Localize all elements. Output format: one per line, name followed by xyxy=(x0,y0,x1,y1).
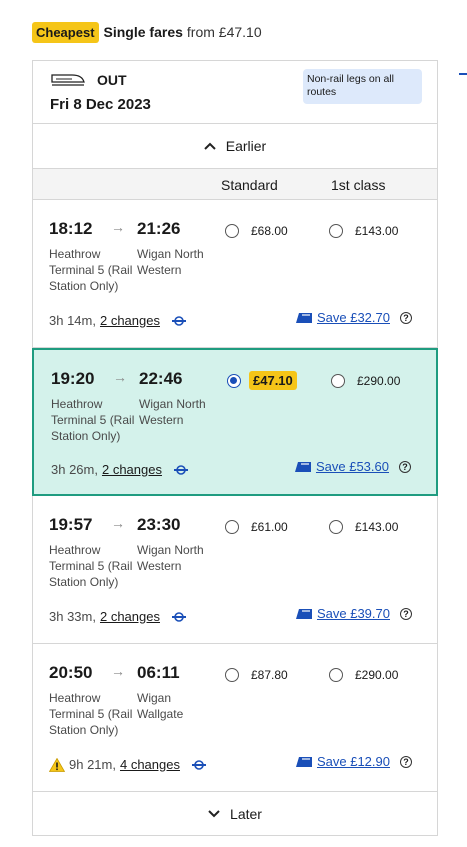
departure-station: Heathrow Terminal 5 (Rail Station Only) xyxy=(49,691,133,737)
first-class-price: £290.00 xyxy=(357,374,401,388)
help-icon[interactable]: ? xyxy=(400,607,412,620)
standard-price: £87.80 xyxy=(251,668,288,682)
railcard-icon xyxy=(295,608,312,619)
column-headers: Standard 1st class xyxy=(33,169,437,200)
arrival-station: Wigan North Western xyxy=(139,397,206,427)
save-link[interactable]: Save £32.70 xyxy=(317,310,390,325)
underground-icon xyxy=(173,464,188,475)
standard-fare-radio[interactable] xyxy=(225,224,239,238)
save-offer: Save £53.60 ? xyxy=(294,459,411,474)
departure-time: 20:50 xyxy=(49,663,93,682)
fare-summary: Cheapest Single fares from £47.10 xyxy=(32,20,262,44)
railcard-icon xyxy=(294,461,311,472)
duration-info: 3h 26m, 2 changes xyxy=(51,462,188,477)
arrival-station: Wigan Wallgate xyxy=(137,691,184,721)
standard-price: £61.00 xyxy=(251,520,288,534)
standard-fare-radio[interactable] xyxy=(225,520,239,534)
departure-station: Heathrow Terminal 5 (Rail Station Only) xyxy=(49,247,133,293)
arrival-time: 22:46 xyxy=(139,369,183,388)
journey-results-card: OUT Fri 8 Dec 2023 Non-rail legs on all … xyxy=(32,60,438,836)
arrow-icon: → xyxy=(111,663,125,679)
arrival-time: 06:11 xyxy=(137,663,180,682)
arrow-icon: → xyxy=(111,219,125,235)
arrival-time: 23:30 xyxy=(137,515,181,534)
changes-link[interactable]: 2 changes xyxy=(100,609,160,624)
journey-row[interactable]: 19:57 → 23:30 Heathrow Terminal 5 (Rail … xyxy=(33,496,437,644)
save-offer: Save £32.70 ? xyxy=(295,310,412,325)
later-label: Later xyxy=(230,805,262,822)
out-header: OUT Fri 8 Dec 2023 Non-rail legs on all … xyxy=(33,61,437,124)
changes-link[interactable]: 2 changes xyxy=(102,462,162,477)
journey-row[interactable]: 20:50 → 06:11 Heathrow Terminal 5 (Rail … xyxy=(33,644,437,792)
departure-time: 18:12 xyxy=(49,219,93,238)
changes-link[interactable]: 2 changes xyxy=(100,313,160,328)
cheapest-badge: Cheapest xyxy=(32,21,99,43)
arrival-station: Wigan North Western xyxy=(137,543,204,573)
duration: 9h 21m, xyxy=(69,757,116,772)
save-link[interactable]: Save £39.70 xyxy=(317,606,390,621)
journey-row-selected[interactable]: 19:20 → 22:46 Heathrow Terminal 5 (Rail … xyxy=(32,348,438,496)
first-class-fare-radio[interactable] xyxy=(329,224,343,238)
first-class-price: £290.00 xyxy=(355,668,399,682)
earlier-button[interactable]: Earlier xyxy=(33,124,437,169)
changes-link[interactable]: 4 changes xyxy=(120,757,180,772)
underground-icon xyxy=(191,759,206,770)
save-offer: Save £12.90 ? xyxy=(295,754,412,769)
out-date: Fri 8 Dec 2023 xyxy=(50,96,151,113)
arrow-icon: → xyxy=(113,369,127,385)
warning-icon xyxy=(49,757,65,772)
standard-price: £68.00 xyxy=(251,224,288,238)
save-offer: Save £39.70 ? xyxy=(295,606,412,621)
departure-station: Heathrow Terminal 5 (Rail Station Only) xyxy=(51,397,135,443)
arrival-time: 21:26 xyxy=(137,219,181,238)
duration-info: 9h 21m, 4 changes xyxy=(49,757,206,772)
train-icon xyxy=(51,74,85,86)
standard-fare-radio[interactable] xyxy=(225,668,239,682)
duration: 3h 14m, xyxy=(49,313,96,328)
out-label: OUT xyxy=(97,72,127,88)
earlier-label: Earlier xyxy=(225,138,267,154)
arrow-icon: → xyxy=(111,515,125,531)
later-button[interactable]: Later xyxy=(33,791,437,836)
first-class-fare-radio[interactable] xyxy=(331,374,345,388)
standard-header: Standard xyxy=(221,177,278,193)
duration: 3h 26m, xyxy=(51,462,98,477)
duration-info: 3h 33m, 2 changes xyxy=(49,609,186,624)
duration: 3h 33m, xyxy=(49,609,96,624)
departure-time: 19:57 xyxy=(49,515,93,534)
duration-info: 3h 14m, 2 changes xyxy=(49,313,186,328)
railcard-icon xyxy=(295,756,312,767)
fare-type-label: Single fares xyxy=(103,24,183,40)
first-class-header: 1st class xyxy=(331,177,386,193)
arrival-station: Wigan North Western xyxy=(137,247,204,277)
departure-station: Heathrow Terminal 5 (Rail Station Only) xyxy=(49,543,133,589)
railcard-icon xyxy=(295,312,312,323)
help-icon[interactable]: ? xyxy=(399,460,411,473)
from-price: from £47.10 xyxy=(186,24,262,40)
save-link[interactable]: Save £12.90 xyxy=(317,754,390,769)
save-link[interactable]: Save £53.60 xyxy=(316,459,389,474)
journey-row[interactable]: 18:12 → 21:26 Heathrow Terminal 5 (Rail … xyxy=(33,200,437,348)
first-class-price: £143.00 xyxy=(355,520,399,534)
chevron-down-icon xyxy=(208,809,220,817)
edge-indicator xyxy=(459,73,467,75)
first-class-fare-radio[interactable] xyxy=(329,520,343,534)
departure-time: 19:20 xyxy=(51,369,95,388)
help-icon[interactable]: ? xyxy=(400,311,412,324)
first-class-fare-radio[interactable] xyxy=(329,668,343,682)
chevron-up-icon xyxy=(204,142,216,150)
underground-icon xyxy=(171,315,186,326)
non-rail-note: Non-rail legs on all routes xyxy=(303,69,422,104)
help-icon[interactable]: ? xyxy=(400,755,412,768)
underground-icon xyxy=(171,611,186,622)
standard-price-cheapest: £47.10 xyxy=(249,371,297,390)
first-class-price: £143.00 xyxy=(355,224,399,238)
standard-fare-radio[interactable] xyxy=(227,374,241,388)
